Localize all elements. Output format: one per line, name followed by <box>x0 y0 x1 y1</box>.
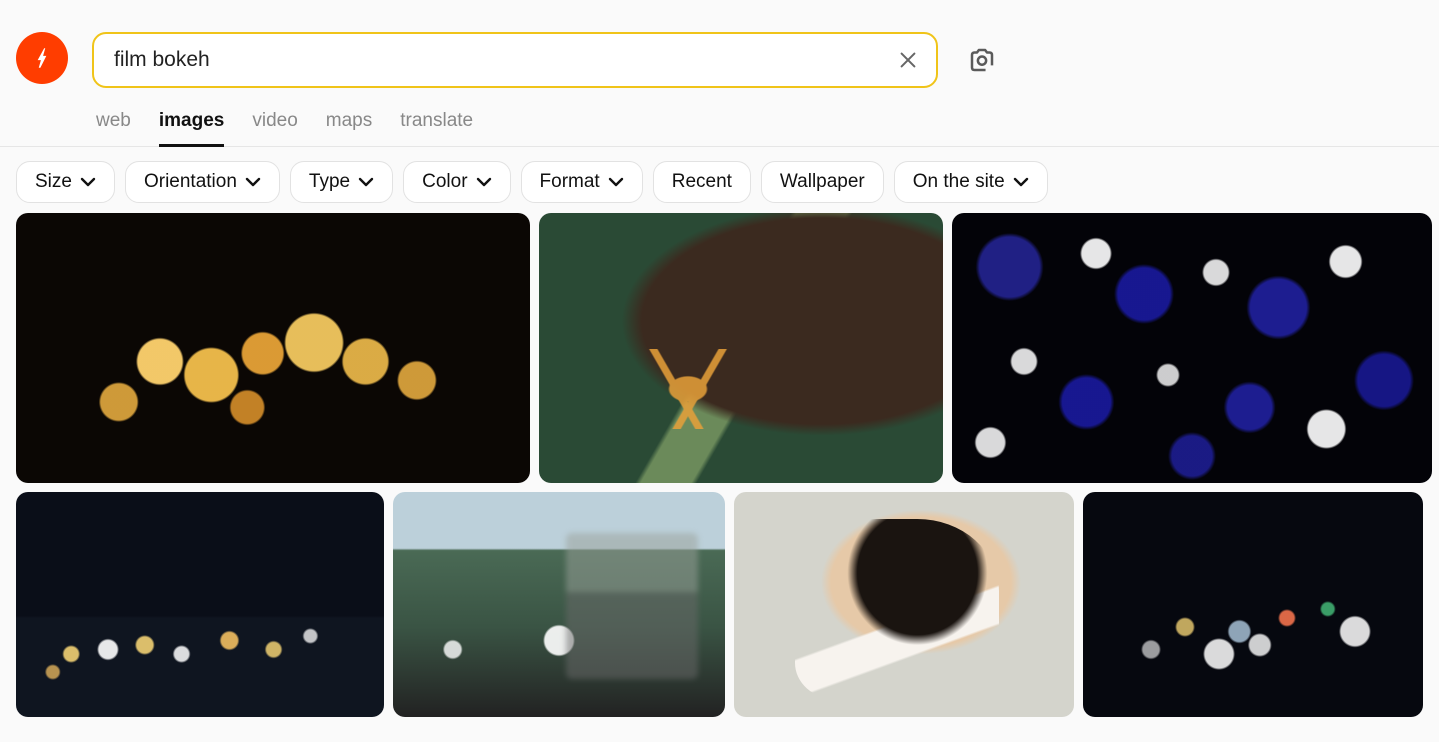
tab-images[interactable]: images <box>159 110 224 147</box>
filter-label: Type <box>309 171 350 193</box>
result-city-night-bokeh[interactable] <box>16 492 384 717</box>
header: web images video maps translate <box>0 0 1439 147</box>
result-woman-flower-bokeh[interactable] <box>539 213 943 483</box>
filter-label: Orientation <box>144 171 237 193</box>
filter-size[interactable]: Size <box>16 161 115 203</box>
filter-label: Format <box>540 171 600 193</box>
filter-label: Wallpaper <box>780 171 865 193</box>
result-dark-street-bokeh[interactable] <box>1083 492 1423 717</box>
results-grid <box>0 213 1439 742</box>
tab-web[interactable]: web <box>96 110 131 147</box>
image-search-button[interactable] <box>966 44 998 76</box>
camera-icon <box>967 45 997 75</box>
filter-label: Size <box>35 171 72 193</box>
chevron-down-icon <box>608 177 624 187</box>
filter-orientation[interactable]: Orientation <box>125 161 280 203</box>
filter-color[interactable]: Color <box>403 161 510 203</box>
chevron-down-icon <box>245 177 261 187</box>
chevron-down-icon <box>1013 177 1029 187</box>
yandex-logo-icon <box>29 45 55 71</box>
filter-type[interactable]: Type <box>290 161 393 203</box>
result-garden-blur[interactable] <box>393 492 725 717</box>
yandex-logo[interactable] <box>16 32 68 84</box>
clear-search-button[interactable] <box>896 48 920 72</box>
search-row <box>92 32 1012 88</box>
chevron-down-icon <box>358 177 374 187</box>
chevron-down-icon <box>80 177 96 187</box>
filter-on-site[interactable]: On the site <box>894 161 1048 203</box>
filter-label: Recent <box>672 171 732 193</box>
filter-recent[interactable]: Recent <box>653 161 751 203</box>
filter-label: On the site <box>913 171 1005 193</box>
result-blue-white-bokeh[interactable] <box>952 213 1432 483</box>
result-portrait-bokeh[interactable] <box>734 492 1074 717</box>
tab-maps[interactable]: maps <box>326 110 372 147</box>
filter-bar: Size Orientation Type Color Format Recen… <box>0 147 1439 213</box>
tab-translate[interactable]: translate <box>400 110 473 147</box>
filter-wallpaper[interactable]: Wallpaper <box>761 161 884 203</box>
search-box <box>92 32 938 88</box>
header-main: web images video maps translate <box>92 32 1012 147</box>
results-row <box>16 213 1423 483</box>
search-input[interactable] <box>114 48 896 72</box>
close-icon <box>897 49 919 71</box>
filter-format[interactable]: Format <box>521 161 643 203</box>
search-tabs: web images video maps translate <box>92 88 1012 147</box>
tab-video[interactable]: video <box>252 110 297 147</box>
chevron-down-icon <box>476 177 492 187</box>
result-golden-bokeh-heart[interactable] <box>16 213 530 483</box>
filter-label: Color <box>422 171 467 193</box>
results-row <box>16 492 1423 717</box>
